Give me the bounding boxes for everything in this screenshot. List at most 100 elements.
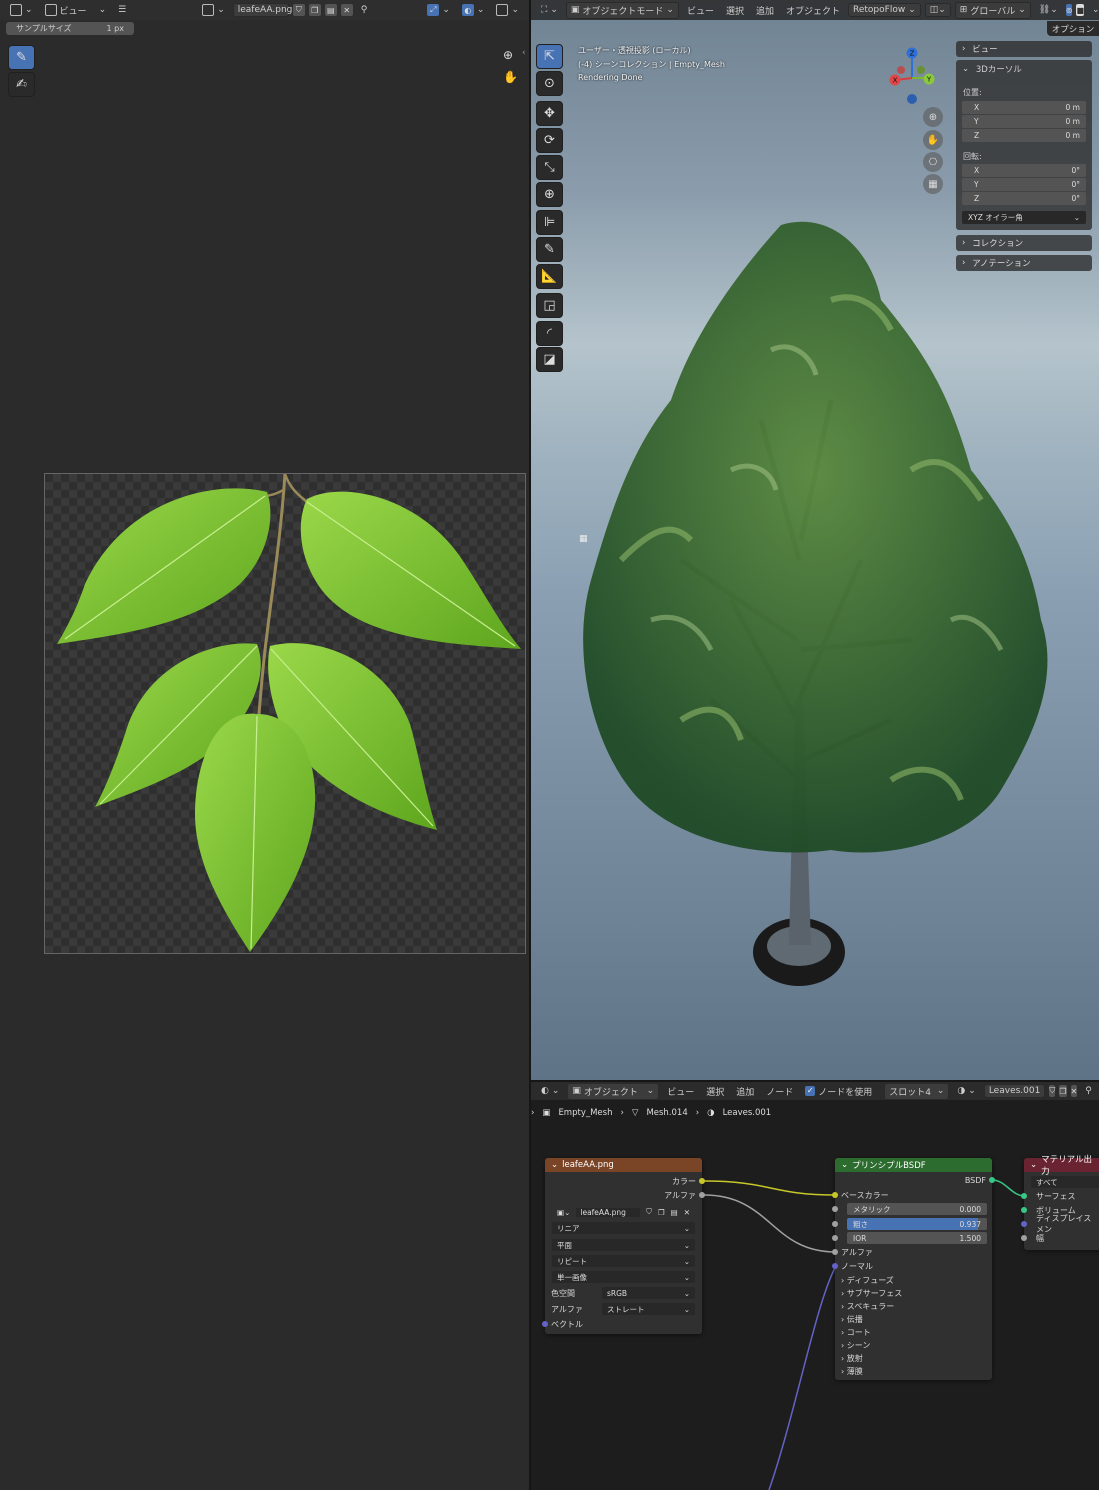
editor-type-button[interactable]: ⌄ — [6, 3, 37, 17]
image-name-field[interactable]: leafeAA.png — [232, 3, 292, 17]
image-texture-node-header[interactable]: ⌄ leafeAA.png — [545, 1158, 702, 1172]
cursor-rotation-z-field[interactable]: Z 0° — [962, 192, 1086, 205]
location-label: 位置: — [963, 88, 982, 97]
3d-cursor-panel-header[interactable]: ⌄ 3Dカーソル — [956, 60, 1092, 78]
sample-size-value: 1 px — [106, 24, 124, 33]
normal-label: ノーマル — [841, 1261, 873, 1271]
open-folder-icon[interactable]: ▤ — [324, 4, 337, 16]
output-alpha-socket[interactable] — [699, 1192, 705, 1198]
image-name: leafeAA.png — [576, 1207, 641, 1217]
hamburger-menu-icon[interactable]: ☰ — [114, 4, 130, 16]
input-thickness-socket[interactable] — [1021, 1235, 1027, 1241]
section-emission[interactable]: › 放射 — [841, 1352, 986, 1364]
ior-field[interactable]: IOR 1.500 — [847, 1232, 987, 1244]
material-output-node-header[interactable]: ⌄ マテリアル出力 — [1024, 1155, 1099, 1177]
view-panel-header[interactable]: › ビュー — [956, 41, 1092, 57]
input-ior-socket[interactable] — [832, 1235, 838, 1241]
sync-icon: ⤢ — [427, 4, 440, 16]
collection-panel-header[interactable]: › コレクション — [956, 235, 1092, 251]
projection-dropdown[interactable]: 平面 ⌄ — [552, 1239, 695, 1251]
section-coat[interactable]: › コート — [841, 1326, 986, 1338]
view-mode-dropdown[interactable]: ⌄ — [95, 4, 111, 16]
target-dropdown[interactable]: すべて — [1031, 1176, 1099, 1188]
image-editor-header: ⌄ ビュー ⌄ ☰ ⌄ leafeAA.png ⛉ ❐ ▤ ✕ ⚲ ⤢ ⌄ ◐ ⌄ … — [0, 0, 529, 20]
image-icon — [202, 4, 215, 16]
pan-hand-icon[interactable]: ✋ — [503, 70, 518, 84]
input-alpha-socket[interactable] — [832, 1249, 838, 1255]
light-probe-icon: ▦ — [579, 534, 588, 544]
section-sheen[interactable]: › シーン — [841, 1339, 986, 1351]
uv-sync-button[interactable]: ⤢ ⌄ — [423, 3, 454, 17]
input-base-color-socket[interactable] — [832, 1192, 838, 1198]
input-displacement-socket[interactable] — [1021, 1221, 1027, 1227]
image-canvas[interactable] — [44, 473, 526, 954]
leaf-texture-image — [57, 473, 521, 952]
cursor-rotation-y-field[interactable]: Y 0° — [962, 178, 1086, 191]
close-icon[interactable]: ✕ — [340, 4, 353, 16]
input-normal-socket[interactable] — [832, 1263, 838, 1269]
input-roughness-socket[interactable] — [832, 1221, 838, 1227]
section-diffuse[interactable]: › ディフューズ — [841, 1274, 986, 1286]
material-output-node[interactable]: ⌄ マテリアル出力 すべて サーフェス ボリューム ディスプレイスメン 幅 — [1021, 1155, 1099, 1250]
menu-view: ビュー — [59, 6, 87, 17]
tool-settings-bar: サンプルサイズ 1 px — [0, 20, 529, 38]
cursor-location-z-field[interactable]: Z0 m — [962, 129, 1086, 142]
open-folder-icon[interactable]: ▤ — [671, 1208, 678, 1217]
input-vector-socket[interactable] — [542, 1321, 548, 1327]
close-icon[interactable]: ✕ — [684, 1208, 690, 1217]
input-volume-socket[interactable] — [1021, 1207, 1027, 1213]
browse-image-button[interactable]: ⌄ — [198, 3, 229, 17]
link-alpha-alpha — [703, 1194, 837, 1253]
sample-size-field[interactable]: サンプルサイズ 1 px — [6, 22, 134, 35]
image-editor-icon — [10, 4, 22, 16]
display-channels-button[interactable]: ⌄ — [492, 3, 523, 17]
output-color-socket[interactable] — [699, 1178, 705, 1184]
cursor-rotation-x-field[interactable]: X 0° — [962, 164, 1086, 177]
source-dropdown[interactable]: 単一画像 ⌄ — [552, 1271, 695, 1283]
rotation-mode-dropdown[interactable]: XYZ オイラー角 ⌄ — [962, 211, 1086, 224]
interpolation-dropdown[interactable]: リニア ⌄ — [552, 1222, 695, 1234]
principled-bsdf-node-header[interactable]: ⌄ プリンシプルBSDF — [835, 1158, 992, 1172]
alpha-mode-dropdown[interactable]: ストレート ⌄ — [602, 1303, 695, 1315]
principled-bsdf-node[interactable]: ⌄ プリンシプルBSDF BSDF ベースカラー メタリック 0.000 粗さ 0.… — [832, 1158, 995, 1380]
channels-icon — [496, 4, 509, 16]
image-browse-field[interactable]: ▣⌄ leafeAA.png ⛉ ❐ ▤ ✕ — [552, 1206, 695, 1218]
section-transmission[interactable]: › 伝播 — [841, 1313, 986, 1325]
view-mode-button[interactable]: ビュー — [41, 3, 91, 18]
collapse-arrow-icon[interactable]: ‹ — [522, 48, 526, 58]
roughness-field[interactable]: 粗さ 0.937 — [847, 1218, 987, 1230]
annotation-panel-header[interactable]: › アノテーション — [956, 255, 1092, 271]
surface-label: サーフェス — [1036, 1191, 1076, 1201]
duplicate-icon[interactable]: ❐ — [658, 1208, 665, 1217]
input-surface-socket[interactable] — [1021, 1193, 1027, 1199]
input-vector-label: ベクトル — [551, 1319, 583, 1329]
image-editor: ⌄ ビュー ⌄ ☰ ⌄ leafeAA.png ⛉ ❐ ▤ ✕ ⚲ ⤢ ⌄ ◐ ⌄ … — [0, 0, 529, 1490]
overlay-icon: ◐ — [461, 4, 474, 16]
extension-dropdown[interactable]: リピート ⌄ — [552, 1255, 695, 1267]
zoom-icon[interactable]: ⊕ — [503, 48, 513, 62]
annotate-tool-button[interactable]: ✍ — [8, 72, 35, 97]
cursor-location-x-field[interactable]: X0 m — [962, 101, 1086, 114]
section-thin-film[interactable]: › 薄膜 — [841, 1365, 986, 1377]
sample-tool-button[interactable]: ✎ — [8, 45, 35, 70]
duplicate-icon[interactable]: ❐ — [308, 4, 321, 16]
input-metallic-socket[interactable] — [832, 1206, 838, 1212]
3d-viewport[interactable]: ⛶ ⌄ ▣ オブジェクトモード ⌄ ビュー 選択 追加 オブジェクト RetopoFl… — [531, 0, 1099, 1080]
colorspace-dropdown[interactable]: sRGB ⌄ — [602, 1287, 695, 1299]
fake-user-shield-icon[interactable]: ⛉ — [292, 4, 305, 16]
output-bsdf-socket[interactable] — [989, 1177, 995, 1183]
image-texture-node[interactable]: ⌄ leafeAA.png カラー アルファ ▣⌄ leafeAA.png ⛉ ❐… — [542, 1158, 705, 1334]
output-alpha-label: アルファ — [664, 1190, 696, 1200]
section-specular[interactable]: › スペキュラー — [841, 1300, 986, 1312]
fake-user-shield-icon[interactable]: ⛉ — [646, 1207, 652, 1217]
link-normal — [768, 1265, 837, 1490]
metallic-field[interactable]: メタリック 0.000 — [847, 1203, 987, 1215]
pin-icon[interactable]: ⚲ — [357, 4, 372, 16]
thickness-label: 幅 — [1036, 1233, 1044, 1243]
section-subsurface[interactable]: › サブサーフェス — [841, 1287, 986, 1299]
overlay-button[interactable]: ◐ ⌄ — [458, 3, 489, 17]
cursor-location-y-field[interactable]: Y0 m — [962, 115, 1086, 128]
image-icon: ▣⌄ — [557, 1207, 571, 1217]
rotation-label: 回転: — [963, 152, 982, 161]
shader-node-editor[interactable]: ◐ ⌄ ▣ オブジェクト ⌄ ビュー 選択 追加 ノード ✓ ノードを使用 スロット4… — [531, 1082, 1099, 1490]
